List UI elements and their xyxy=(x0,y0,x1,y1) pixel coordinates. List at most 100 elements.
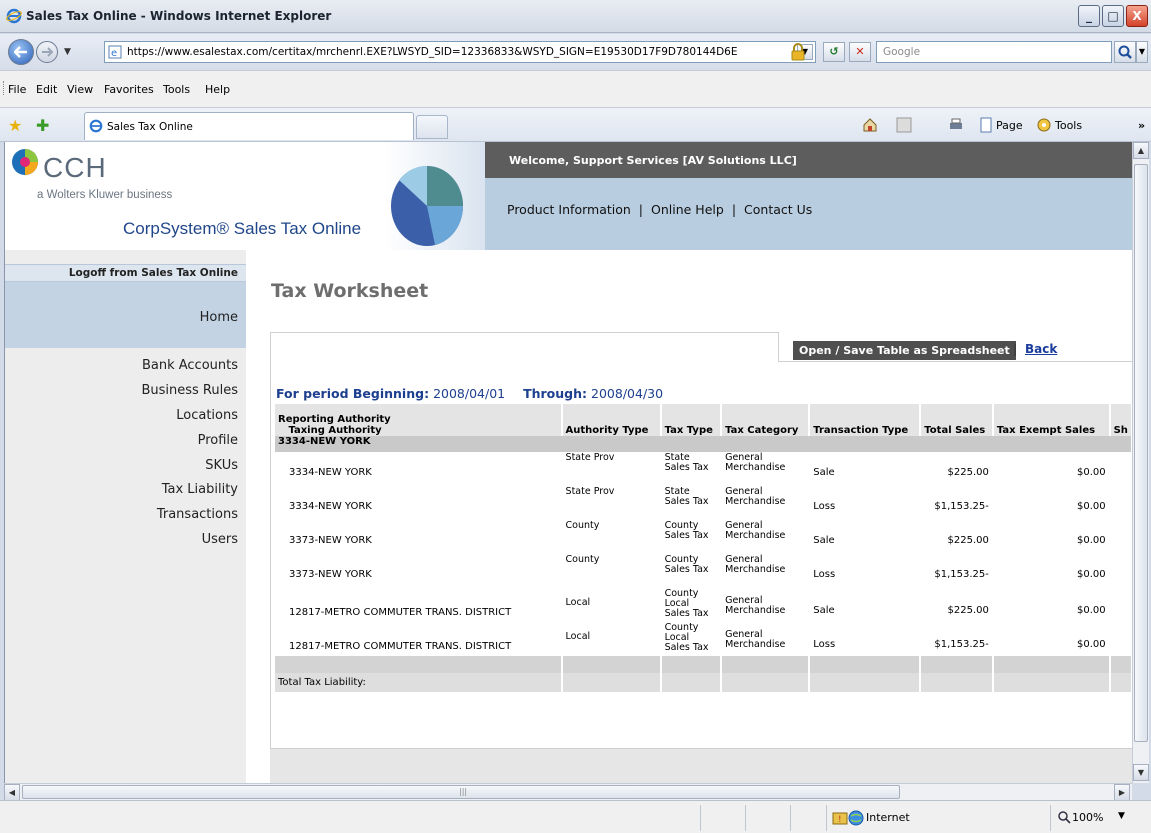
protected-mode-icon[interactable]: ! xyxy=(832,810,848,826)
table-row: 12817-METRO COMMUTER TRANS. DISTRICT Loc… xyxy=(275,588,1132,622)
sidebar-item-bank-accounts[interactable]: Bank Accounts xyxy=(142,358,238,373)
tools-menu[interactable]: Tools xyxy=(1055,119,1082,132)
online-help-link[interactable]: Online Help xyxy=(651,202,724,217)
stop-button[interactable]: ✕ xyxy=(849,42,871,62)
scroll-up-icon[interactable]: ▲ xyxy=(1133,142,1149,159)
total-cell xyxy=(809,673,922,692)
cell-total-sales: $225.00 xyxy=(920,588,994,622)
vertical-scroll-thumb[interactable] xyxy=(1134,164,1148,742)
column-header-tax-exempt-sales[interactable]: Tax Exempt Sales xyxy=(992,404,1111,436)
scroll-grip-icon: ||| xyxy=(459,787,468,796)
page-menu-icon[interactable] xyxy=(978,117,994,133)
cch-logo-icon xyxy=(12,149,38,175)
cell-clipped xyxy=(1109,554,1132,588)
refresh-button[interactable]: ↺ xyxy=(823,42,845,62)
product-information-link[interactable]: Product Information xyxy=(507,202,631,217)
search-options-dropdown-icon[interactable]: ▼ xyxy=(1136,41,1148,63)
favorites-star-icon[interactable]: ★ xyxy=(8,116,22,135)
menu-file[interactable]: File xyxy=(8,83,26,96)
cell-clipped xyxy=(1109,520,1132,554)
minimize-button[interactable]: _ xyxy=(1078,5,1100,27)
cell-tax-exempt-sales: $0.00 xyxy=(992,588,1111,622)
menu-favorites[interactable]: Favorites xyxy=(104,83,154,96)
sidebar-item-home[interactable]: Home xyxy=(5,282,246,348)
menu-edit[interactable]: Edit xyxy=(36,83,57,96)
close-button[interactable]: X xyxy=(1126,5,1148,27)
column-header-transaction-type[interactable]: Transaction Type xyxy=(809,404,922,436)
cell-transaction-type: Sale xyxy=(809,452,922,486)
back-button[interactable] xyxy=(8,39,34,65)
open-save-spreadsheet-button[interactable]: Open / Save Table as Spreadsheet xyxy=(793,341,1016,360)
home-icon[interactable] xyxy=(862,117,878,133)
sidebar-item-profile[interactable]: Profile xyxy=(198,433,238,448)
spacer-cell xyxy=(660,656,723,673)
period-begin-value: 2008/04/01 xyxy=(433,386,506,401)
cell-tax-exempt-sales: $0.00 xyxy=(992,520,1111,554)
new-tab-button[interactable] xyxy=(416,115,448,139)
tab-sales-tax-online[interactable]: Sales Tax Online xyxy=(84,112,414,140)
vertical-scrollbar[interactable]: ▲ ▼ xyxy=(1132,142,1149,783)
status-bar: ! Internet 100% ▼ xyxy=(0,800,1151,833)
search-button[interactable] xyxy=(1114,41,1136,63)
zoom-level[interactable]: 100% xyxy=(1072,811,1103,824)
scroll-right-icon[interactable]: ▶ xyxy=(1114,784,1130,801)
zoom-dropdown-icon[interactable]: ▼ xyxy=(1118,811,1125,821)
address-field[interactable]: e https://www.esalestax.com/certitax/mrc… xyxy=(104,41,816,63)
cell-authority: 3373-NEW YORK xyxy=(275,520,563,554)
sidebar-item-skus[interactable]: SKUs xyxy=(205,458,238,473)
group-row: 3334-NEW YORK xyxy=(275,436,1132,452)
chevron-more-icon[interactable]: » xyxy=(1138,119,1145,132)
browser-viewport: CCH a Wolters Kluwer business CorpSystem… xyxy=(4,142,1132,783)
page-menu[interactable]: Page xyxy=(996,119,1023,132)
logoff-link[interactable]: Logoff from Sales Tax Online xyxy=(5,264,246,282)
maximize-button[interactable]: □ xyxy=(1102,5,1124,27)
cell-authority-type: State Prov xyxy=(561,452,662,486)
print-icon[interactable] xyxy=(948,117,964,133)
sidebar-item-transactions[interactable]: Transactions xyxy=(157,507,238,522)
sidebar-item-users[interactable]: Users xyxy=(202,532,238,547)
cell-tax-category: General Merchandise xyxy=(721,588,811,622)
cell-authority-type: County xyxy=(561,554,662,588)
action-separator: | xyxy=(1013,342,1018,356)
forward-button[interactable] xyxy=(36,41,58,63)
cell-total-sales: $1,153.25- xyxy=(920,554,994,588)
total-cell xyxy=(992,673,1111,692)
menu-help[interactable]: Help xyxy=(205,83,230,96)
history-dropdown-icon[interactable]: ▼ xyxy=(64,47,71,57)
sidebar-item-tax-liability[interactable]: Tax Liability xyxy=(162,482,238,497)
cell-tax-type-line: Sales Tax xyxy=(664,608,709,619)
column-header-tax-category[interactable]: Tax Category xyxy=(721,404,811,436)
spacer-cell xyxy=(275,656,563,673)
column-header-clipped[interactable]: Sh xyxy=(1109,404,1132,436)
search-icon xyxy=(1118,45,1132,59)
tab-bar: ★ ✚ Sales Tax Online Page Tools » xyxy=(0,108,1151,142)
column-header-authority[interactable]: Reporting Authority Taxing Authority xyxy=(275,404,563,436)
menu-view[interactable]: View xyxy=(67,83,93,96)
column-header-tax-type[interactable]: Tax Type xyxy=(660,404,723,436)
cell-total-sales: $225.00 xyxy=(920,452,994,486)
sidebar-item-locations[interactable]: Locations xyxy=(176,408,238,423)
product-name: CorpSystem® Sales Tax Online xyxy=(123,219,362,238)
cell-category-line: Merchandise xyxy=(725,530,786,541)
feeds-icon[interactable] xyxy=(896,117,912,133)
add-favorites-icon[interactable]: ✚ xyxy=(36,116,49,135)
contact-us-link[interactable]: Contact Us xyxy=(744,202,812,217)
scroll-left-icon[interactable]: ◀ xyxy=(4,784,20,801)
scroll-down-icon[interactable]: ▼ xyxy=(1133,764,1149,781)
back-link[interactable]: Back xyxy=(1025,342,1057,356)
internet-globe-icon xyxy=(848,810,864,826)
gear-icon[interactable] xyxy=(1036,117,1052,133)
total-cell xyxy=(1109,673,1132,692)
cell-transaction-type: Sale xyxy=(809,520,922,554)
search-input[interactable]: Google xyxy=(876,41,1112,63)
column-header-total-sales[interactable]: Total Sales xyxy=(920,404,994,436)
menu-tools[interactable]: Tools xyxy=(163,83,190,96)
sidebar-item-business-rules[interactable]: Business Rules xyxy=(141,383,238,398)
total-cell xyxy=(561,673,662,692)
table-row: 12817-METRO COMMUTER TRANS. DISTRICT Loc… xyxy=(275,622,1132,656)
horizontal-scrollbar[interactable]: ◀ ||| ▶ xyxy=(4,783,1132,801)
column-header-authority-type[interactable]: Authority Type xyxy=(561,404,662,436)
tab-ie-icon xyxy=(89,119,103,133)
lock-icon[interactable] xyxy=(788,42,808,62)
cell-tax-category: General Merchandise xyxy=(721,452,811,486)
